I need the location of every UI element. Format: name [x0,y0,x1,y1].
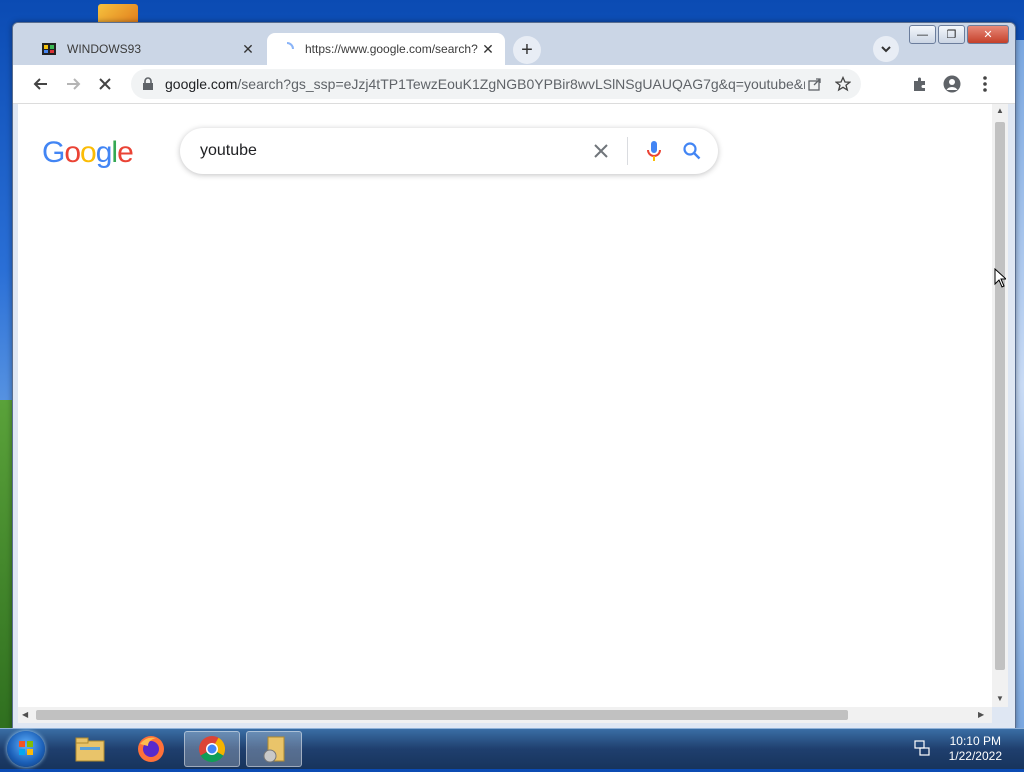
back-arrow-icon [33,78,47,90]
logo-letter: G [42,136,65,169]
scroll-down-icon[interactable]: ▼ [996,694,1004,703]
logo-letter: e [117,136,134,169]
tab-search-button[interactable] [873,36,899,62]
clear-search-button[interactable] [589,139,613,163]
minimize-button[interactable]: — [909,25,936,44]
new-tab-button[interactable]: + [513,36,541,64]
taskbar-app[interactable] [246,731,302,767]
start-button[interactable] [7,731,45,767]
url-path: /search?gs_ssp=eJzj4tTP1TewzEouK1ZgNGB0Y… [237,76,805,92]
google-logo[interactable]: Google [42,136,134,170]
search-input[interactable]: youtube [200,142,589,160]
extensions-button[interactable] [910,74,930,94]
clock-date: 1/22/2022 [948,749,1002,763]
taskbar-firefox[interactable] [123,731,179,767]
firefox-icon [138,736,164,762]
url-domain: google.com [165,76,238,92]
scroll-left-icon[interactable]: ◀ [22,710,28,719]
share-button[interactable] [805,74,825,94]
search-icon [683,142,701,160]
voice-search-button[interactable] [642,139,666,163]
avatar-icon [943,75,961,93]
system-clock[interactable]: 10:10 PM 1/22/2022 [949,734,1002,764]
logo-letter: g [95,136,113,169]
taskbar-explorer[interactable] [62,731,118,767]
close-icon [594,144,608,158]
vertical-scrollbar[interactable]: ▲ ▼ [992,104,1008,707]
profile-button[interactable] [942,74,962,94]
lock-icon [143,77,153,90]
file-app-icon [263,736,285,763]
loading-spinner-icon [286,42,294,50]
horizontal-scrollbar[interactable]: ◀ ▶ [18,707,992,723]
scroll-thumb[interactable] [36,710,848,720]
tab-windows93[interactable]: WINDOWS93 ✕ [29,33,265,65]
network-icon[interactable] [914,740,930,756]
back-button[interactable] [29,72,53,96]
tab-close-icon[interactable]: ✕ [239,40,257,58]
browser-window: WINDOWS93 ✕ https://www.google.com/searc… [12,22,1016,730]
tab-close-icon[interactable]: ✕ [479,40,497,58]
tab-google-search[interactable]: https://www.google.com/search? ✕ [267,33,505,65]
clock-time: 10:10 PM [949,734,1001,748]
taskbar: 10:10 PM 1/22/2022 [0,728,1024,769]
bookmark-button[interactable] [833,74,853,94]
search-button[interactable] [680,139,704,163]
logo-letter: o [64,136,81,169]
star-icon [835,76,851,92]
scroll-right-icon[interactable]: ▶ [978,710,984,719]
browser-toolbar: google.com/search?gs_ssp=eJzj4tTP1TewzEo… [13,65,1015,104]
taskbar-chrome[interactable] [184,731,240,767]
forward-button[interactable] [61,72,85,96]
divider [627,137,628,165]
tab-title: WINDOWS93 [67,42,142,56]
search-box[interactable]: youtube [180,128,718,174]
tab-strip: WINDOWS93 ✕ https://www.google.com/searc… [13,23,1015,65]
folder-icon [75,737,105,762]
scroll-thumb[interactable] [995,122,1005,670]
windows-logo-icon [19,741,33,755]
chevron-down-icon [881,46,891,53]
close-window-button[interactable]: ✕ [967,25,1009,44]
tab-title: https://www.google.com/search? [305,42,478,56]
forward-arrow-icon [67,78,81,90]
window-controls: — ❐ ✕ [909,25,1009,44]
page-content: Google youtube [18,104,992,707]
kebab-menu-icon [983,76,987,92]
maximize-button[interactable]: ❐ [938,25,965,44]
scroll-up-icon[interactable]: ▲ [996,106,1004,115]
stop-loading-button[interactable] [93,72,117,96]
address-bar[interactable]: google.com/search?gs_ssp=eJzj4tTP1TewzEo… [131,69,861,99]
stop-icon [99,78,111,90]
windows93-favicon-icon [42,43,56,55]
chrome-icon [199,736,226,763]
logo-letter: o [80,136,97,169]
url-text: google.com/search?gs_ssp=eJzj4tTP1TewzEo… [165,76,805,92]
mouse-cursor-icon [994,268,1006,288]
menu-button[interactable] [975,74,995,94]
share-icon [808,78,821,91]
microphone-icon [647,141,661,161]
puzzle-icon [914,77,925,91]
